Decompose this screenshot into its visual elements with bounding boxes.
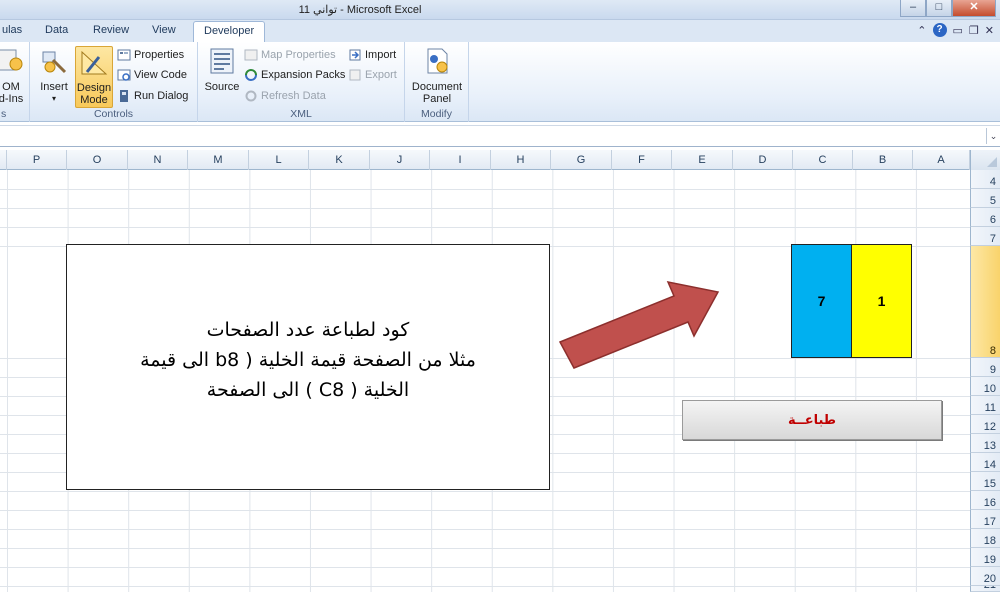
row-header-18[interactable]: 18 [970, 529, 1000, 548]
row-header-17[interactable]: 17 [970, 510, 1000, 529]
column-header-d[interactable]: D [733, 150, 793, 170]
modify-group-label: Modify [421, 108, 452, 120]
ribbon-minimize-icon[interactable]: ⌃ [917, 24, 926, 37]
column-header-h[interactable]: H [491, 150, 551, 170]
close-icon[interactable]: ✕ [952, 0, 996, 17]
source-button[interactable]: Source [204, 46, 240, 93]
row-header-7[interactable]: 7 [970, 227, 1000, 246]
controls-group-label: Controls [93, 108, 134, 120]
tab-review[interactable]: Review [93, 24, 129, 36]
tab-developer[interactable]: Developer [193, 21, 266, 43]
row-header-9[interactable]: 9 [970, 358, 1000, 377]
import-button[interactable]: Import [348, 46, 396, 64]
print-button[interactable]: طباعــة [682, 400, 942, 440]
view-code-icon [117, 69, 131, 81]
column-header-g[interactable]: G [551, 150, 612, 170]
workbook-restore-icon[interactable]: ❐ [969, 24, 979, 37]
tab-view[interactable]: View [152, 24, 176, 36]
design-mode-button[interactable]: Design Mode [75, 46, 113, 108]
document-panel-icon [427, 48, 448, 74]
column-header-k[interactable]: K [309, 150, 370, 170]
properties-button[interactable]: Properties [117, 46, 184, 64]
column-header-f[interactable]: F [612, 150, 672, 170]
row-header-13[interactable]: 13 [970, 434, 1000, 453]
column-header-a[interactable]: A [913, 150, 970, 170]
design-mode-icon [81, 50, 108, 75]
row-header-20[interactable]: 20 [970, 567, 1000, 586]
workbook-close-icon[interactable]: ✕ [985, 24, 994, 37]
row-header-11[interactable]: 11 [970, 396, 1000, 415]
textbox-line-3: الخلية ( C8 ) الى الصفحة [206, 379, 410, 401]
expansion-packs-icon [245, 69, 257, 81]
maximize-icon[interactable]: □ [926, 0, 952, 17]
column-header-e[interactable]: E [672, 150, 733, 170]
properties-icon [117, 49, 131, 61]
workbook-minimize-icon[interactable]: ▭ [953, 24, 963, 37]
textbox-line-2: مثلا من الصفحة قيمة الخلية ( b8 الى قيمة [140, 349, 476, 371]
textbox-line-1: كود لطباعة عدد الصفحات [206, 319, 410, 341]
insert-control-button[interactable]: Insert ▾ [36, 46, 72, 105]
right-arrow-shape[interactable] [556, 272, 722, 370]
column-header-p[interactable]: P [7, 150, 67, 170]
ribbon: OM d-Ins s Insert ▾ Design Mode Properti [0, 42, 1000, 122]
export-icon [349, 69, 361, 81]
xml-group-label: XML [290, 108, 312, 120]
document-panel-button[interactable]: Document Panel [408, 46, 466, 105]
map-properties-button[interactable]: Map Properties [244, 46, 336, 64]
import-icon [349, 49, 361, 61]
cell-b8[interactable]: 1 [851, 244, 912, 358]
column-header-n[interactable]: N [128, 150, 188, 170]
column-header-i[interactable]: I [430, 150, 491, 170]
tab-data[interactable]: Data [45, 24, 68, 36]
row-header-15[interactable]: 15 [970, 472, 1000, 491]
arrow-icon [558, 280, 720, 369]
tab-formulas[interactable]: ulas [2, 24, 22, 36]
group-controls: Insert ▾ Design Mode Properties View Cod… [30, 42, 198, 122]
ribbon-tab-bar: ulas Data Review View Developer ⌃ ? ▭ ❐ … [0, 20, 1000, 43]
insert-control-icon [42, 51, 67, 74]
view-code-button[interactable]: View Code [117, 66, 187, 84]
run-dialog-icon [120, 90, 128, 102]
column-headers: P O N M L K J I H G F E D C B A [0, 150, 1000, 170]
com-addins-icon [0, 49, 23, 71]
minimize-icon[interactable]: – [900, 0, 926, 17]
row-header-4[interactable]: 4 [970, 170, 1000, 189]
run-dialog-button[interactable]: Run Dialog [117, 87, 188, 105]
row-header-8[interactable]: 8 [970, 246, 1000, 358]
column-header-b[interactable]: B [853, 150, 913, 170]
column-header-m[interactable]: M [188, 150, 249, 170]
help-icon[interactable]: ? [932, 23, 947, 37]
xml-source-icon [210, 48, 234, 74]
window-title: تواني 11 - Microsoft Excel [298, 4, 422, 16]
column-header-l[interactable]: L [249, 150, 309, 170]
column-header-j[interactable]: J [370, 150, 430, 170]
select-all-corner[interactable] [970, 150, 1000, 170]
row-header-6[interactable]: 6 [970, 208, 1000, 227]
chevron-down-icon: ▾ [51, 94, 56, 103]
row-header-19[interactable]: 19 [970, 548, 1000, 567]
row-header-14[interactable]: 14 [970, 453, 1000, 472]
export-button[interactable]: Export [348, 66, 397, 84]
group-xml: Source Map Properties Expansion Packs Re… [198, 42, 405, 122]
map-properties-icon [244, 49, 258, 61]
refresh-data-icon [245, 90, 257, 102]
column-header-partial [0, 150, 7, 170]
formula-bar[interactable]: ⌄ [0, 125, 1000, 147]
row-header-21[interactable]: 21 [970, 586, 1000, 592]
row-header-5[interactable]: 5 [970, 189, 1000, 208]
expansion-packs-button[interactable]: Expansion Packs [244, 66, 345, 84]
instruction-textbox[interactable]: كود لطباعة عدد الصفحات مثلا من الصفحة قي… [66, 244, 550, 490]
column-header-c[interactable]: C [793, 150, 853, 170]
column-header-o[interactable]: O [67, 150, 128, 170]
cell-c8[interactable]: 7 [791, 244, 852, 358]
row-header-12[interactable]: 12 [970, 415, 1000, 434]
formula-bar-expand-icon[interactable]: ⌄ [986, 128, 1000, 144]
row-header-10[interactable]: 10 [970, 377, 1000, 396]
group-addins: OM d-Ins s [0, 42, 30, 122]
refresh-data-button[interactable]: Refresh Data [244, 87, 326, 105]
row-header-16[interactable]: 16 [970, 491, 1000, 510]
com-addins-button[interactable]: OM d-Ins [0, 46, 26, 105]
group-modify: Document Panel Modify [405, 42, 469, 122]
title-bar: تواني 11 - Microsoft Excel – □ ✕ [0, 0, 1000, 20]
